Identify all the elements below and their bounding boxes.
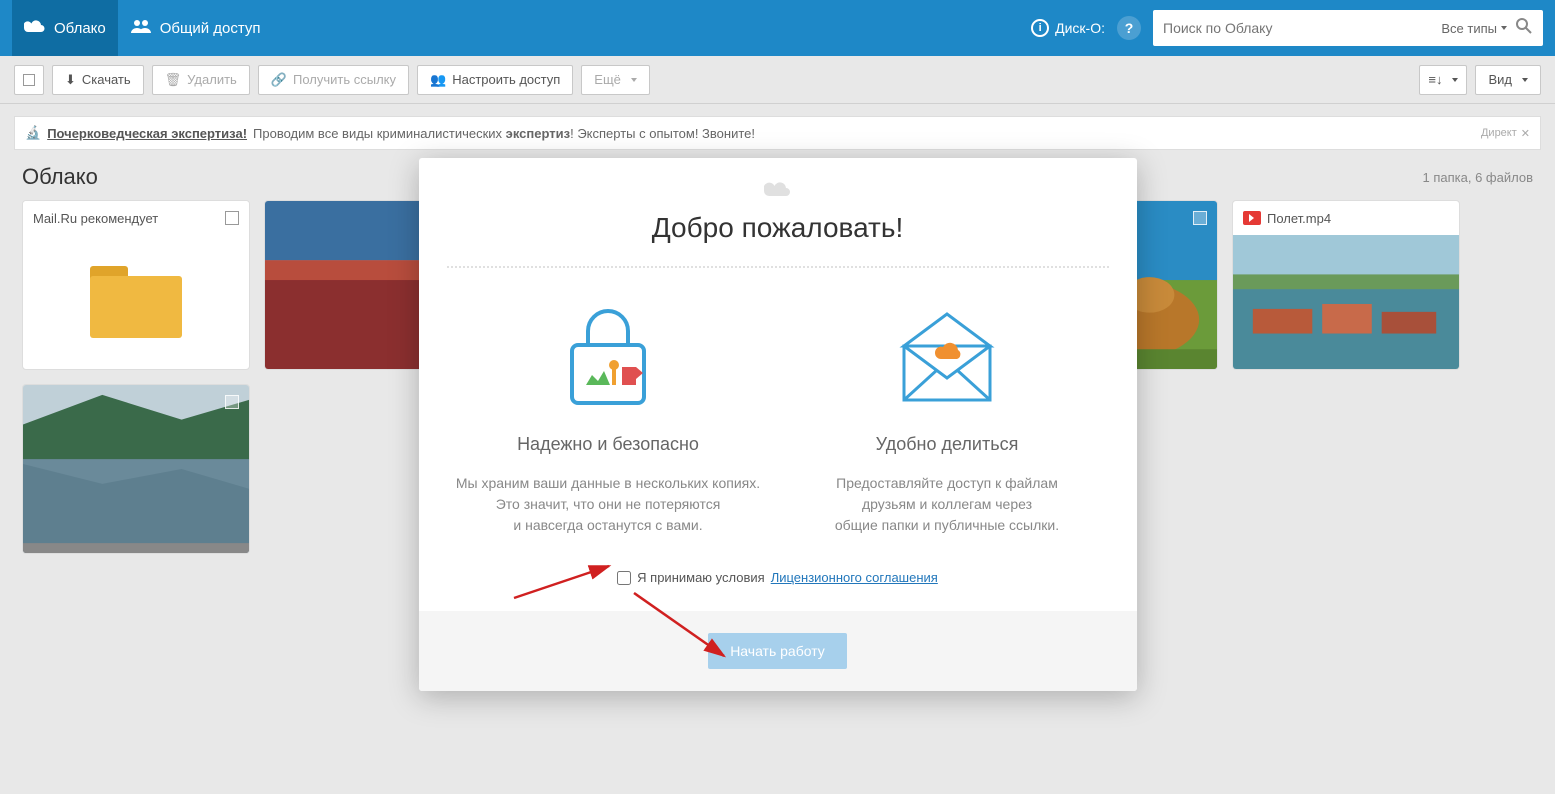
folder-name: Mail.Ru рекомендует bbox=[33, 211, 158, 226]
modal-title: Добро пожаловать! bbox=[419, 204, 1137, 266]
top-header: Облако Общий доступ i Диск-О: ? Все типы bbox=[0, 0, 1555, 56]
setup-access-button[interactable]: 👥Настроить доступ bbox=[417, 65, 573, 95]
accept-row: Я принимаю условия Лицензионного соглаше… bbox=[419, 562, 1137, 611]
delete-button[interactable]: 🗑Удалить bbox=[152, 65, 250, 95]
license-link[interactable]: Лицензионного соглашения bbox=[771, 570, 938, 585]
ad-text: Проводим все виды криминалистических экс… bbox=[253, 126, 755, 141]
cloud-icon bbox=[24, 18, 46, 38]
download-icon: ⬇ bbox=[65, 72, 76, 88]
modal-divider bbox=[447, 266, 1109, 268]
col1-text: Мы храним ваши данные в нескольких копия… bbox=[449, 473, 768, 536]
video-icon bbox=[1243, 211, 1261, 225]
ad-banner: 🔬 Почерковедческая экспертиза! Проводим … bbox=[14, 116, 1541, 150]
select-all-checkbox[interactable] bbox=[14, 65, 44, 95]
modal-col-share: Удобно делиться Предоставляйте доступ к … bbox=[788, 298, 1107, 536]
close-icon: ✕ bbox=[1521, 127, 1530, 140]
people-icon: 👥 bbox=[430, 72, 446, 88]
file-checkbox[interactable] bbox=[225, 395, 239, 409]
disko-label: Диск-О: bbox=[1055, 20, 1105, 36]
start-button[interactable]: Начать работу bbox=[708, 633, 847, 669]
search-type-dropdown[interactable]: Все типы bbox=[1441, 21, 1507, 36]
view-button[interactable]: Вид bbox=[1475, 65, 1541, 95]
search-box: Все типы bbox=[1153, 10, 1543, 46]
modal-footer: Начать работу bbox=[419, 611, 1137, 691]
toolbar: ⬇Скачать 🗑Удалить 🔗Получить ссылку 👥Наст… bbox=[0, 56, 1555, 104]
more-button[interactable]: Ещё bbox=[581, 65, 650, 95]
sort-icon: ≡↓ bbox=[1428, 72, 1442, 87]
search-input[interactable] bbox=[1163, 20, 1433, 36]
link-icon: 🔗 bbox=[271, 72, 287, 88]
col2-text: Предоставляйте доступ к файлам друзьям и… bbox=[788, 473, 1107, 536]
folder-icon bbox=[90, 266, 182, 338]
nav-shared[interactable]: Общий доступ bbox=[118, 0, 273, 56]
sort-button[interactable]: ≡↓ bbox=[1419, 65, 1467, 95]
get-link-button[interactable]: 🔗Получить ссылку bbox=[258, 65, 409, 95]
ad-title[interactable]: Почерковедческая экспертиза! bbox=[47, 126, 247, 141]
breadcrumb-title: Облако bbox=[22, 164, 98, 190]
video-name: Полет.mp4 bbox=[1267, 211, 1331, 226]
accept-checkbox[interactable] bbox=[617, 571, 631, 585]
col1-title: Надежно и безопасно bbox=[449, 434, 768, 455]
disko-link[interactable]: i Диск-О: bbox=[1031, 19, 1105, 37]
accept-label: Я принимаю условия bbox=[637, 570, 765, 585]
file-checkbox[interactable] bbox=[1193, 211, 1207, 225]
file-checkbox[interactable] bbox=[225, 211, 239, 225]
help-icon[interactable]: ? bbox=[1117, 16, 1141, 40]
welcome-modal: Добро пожаловать! Надежно и безопасно bbox=[419, 158, 1137, 691]
nav-cloud[interactable]: Облако bbox=[12, 0, 118, 56]
video-card[interactable]: Полет.mp4 bbox=[1232, 200, 1460, 370]
folder-card[interactable]: Mail.Ru рекомендует bbox=[22, 200, 250, 370]
nav-shared-label: Общий доступ bbox=[160, 20, 261, 37]
lock-icon bbox=[558, 303, 658, 413]
people-icon bbox=[130, 18, 152, 38]
disko-icon: i bbox=[1031, 19, 1049, 37]
search-icon[interactable] bbox=[1515, 17, 1533, 40]
content-count: 1 папка, 6 файлов bbox=[1423, 170, 1533, 185]
envelope-icon bbox=[892, 308, 1002, 408]
modal-col-secure: Надежно и безопасно Мы храним ваши данны… bbox=[449, 298, 768, 536]
download-button[interactable]: ⬇Скачать bbox=[52, 65, 144, 95]
nav-cloud-label: Облако bbox=[54, 20, 106, 37]
ad-close[interactable]: Директ ✕ bbox=[1481, 127, 1530, 140]
cloud-decoration-icon bbox=[419, 158, 1137, 204]
photo-card-3[interactable] bbox=[22, 384, 250, 554]
trash-icon: 🗑 bbox=[165, 72, 182, 88]
col2-title: Удобно делиться bbox=[788, 434, 1107, 455]
ad-icon: 🔬 bbox=[25, 125, 41, 141]
